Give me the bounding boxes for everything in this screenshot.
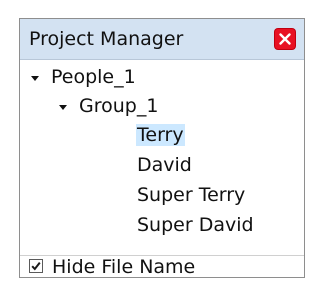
hide-file-name-checkbox[interactable] bbox=[29, 259, 43, 273]
tree-item-people-1[interactable]: People_1 bbox=[51, 66, 136, 88]
tree-item-group-1[interactable]: Group_1 bbox=[79, 95, 158, 117]
tree-item-david[interactable]: David bbox=[137, 154, 192, 176]
hide-file-name-label[interactable]: Hide File Name bbox=[52, 256, 195, 278]
expand-caret-icon[interactable] bbox=[30, 75, 40, 82]
panel-title: Project Manager bbox=[29, 28, 184, 50]
tree-item-terry[interactable]: Terry bbox=[136, 124, 185, 146]
close-icon bbox=[279, 33, 291, 45]
footer-bar: Hide File Name bbox=[20, 255, 304, 278]
checkmark-icon bbox=[31, 261, 41, 271]
close-button[interactable] bbox=[275, 29, 295, 49]
project-manager-panel: Project Manager People_1 Group_1 Terry D… bbox=[19, 18, 305, 278]
tree-item-super-david[interactable]: Super David bbox=[137, 214, 254, 236]
project-tree: People_1 Group_1 Terry David Super Terry… bbox=[20, 60, 304, 244]
title-bar: Project Manager bbox=[20, 19, 304, 60]
expand-caret-icon[interactable] bbox=[58, 104, 68, 111]
tree-item-super-terry[interactable]: Super Terry bbox=[137, 184, 245, 206]
